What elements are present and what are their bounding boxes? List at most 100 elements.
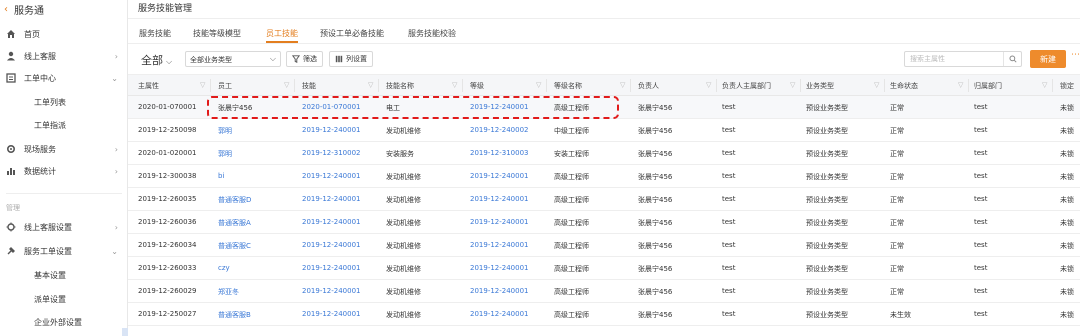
column-header[interactable]: 负责人主属部门 (722, 81, 771, 91)
column-separator[interactable] (716, 79, 717, 92)
table-cell[interactable]: 2019-12-240001 (302, 172, 361, 180)
table-cell[interactable]: 2019-12-240001 (302, 287, 361, 295)
table-cell[interactable]: 2020-01-070001 (302, 103, 361, 111)
column-separator[interactable] (210, 79, 211, 92)
table-cell[interactable]: 2019-12-240001 (302, 218, 361, 226)
table-cell[interactable]: 郭明 (218, 126, 232, 136)
column-header[interactable]: 等级 (470, 81, 484, 91)
tab-employee-skills[interactable]: 员工技能 (266, 28, 298, 39)
sidebar-item-ticket-center[interactable]: 工单中心 ⌄ (0, 67, 128, 89)
table-cell[interactable]: bi (218, 172, 224, 180)
new-button[interactable]: 新建 (1030, 50, 1066, 68)
table-cell[interactable]: 郑亚冬 (218, 287, 239, 297)
table-row[interactable]: 2019-12-260034 普通客服C 2019-12-240001 发动机维修 20… (128, 234, 1080, 257)
column-header[interactable]: 负责人 (638, 81, 659, 91)
table-cell[interactable]: 普通客服B (218, 310, 251, 320)
column-filter-icon[interactable]: ▽ (368, 81, 373, 89)
table-cell[interactable]: 普通客服C (218, 241, 251, 251)
sidebar-subitem-external-settings[interactable]: 企业外部设置 (34, 317, 82, 328)
column-separator[interactable] (1052, 79, 1053, 92)
table-cell[interactable]: 张晨宁456 (218, 103, 252, 113)
sidebar-subitem-dispatch-settings[interactable]: 派单设置 (34, 294, 66, 305)
table-row[interactable]: 2019-12-250027 普通客服B 2019-12-240001 发动机维修 20… (128, 303, 1080, 326)
table-row[interactable]: 2019-12-300038 bi 2019-12-240001 发动机维修 2019-… (128, 165, 1080, 188)
column-separator[interactable] (884, 79, 885, 92)
column-settings-button[interactable]: 列设置 (329, 51, 373, 67)
table-cell[interactable]: 2019-12-240001 (470, 264, 529, 272)
table-row[interactable]: 2020-01-020001 郭明 2019-12-310002 安装服务 2019-1… (128, 142, 1080, 165)
table-cell[interactable]: 2019-12-240001 (470, 195, 529, 203)
table-cell[interactable]: 2019-12-240001 (470, 218, 529, 226)
sidebar-item-online-settings[interactable]: 线上客服设置 › (0, 216, 128, 238)
table-cell[interactable]: 2019-12-240001 (470, 287, 529, 295)
column-separator[interactable] (294, 79, 295, 92)
table-cell[interactable]: 2019-12-240001 (302, 264, 361, 272)
table-cell[interactable]: 2019-12-240002 (470, 126, 529, 134)
tab-service-skills[interactable]: 服务技能 (139, 28, 171, 39)
table-cell[interactable]: czy (218, 264, 230, 272)
search-input[interactable] (905, 52, 1003, 66)
column-filter-icon[interactable]: ▽ (536, 81, 541, 89)
sidebar-subitem-basic-settings[interactable]: 基本设置 (34, 270, 66, 281)
column-filter-icon[interactable]: ▽ (284, 81, 289, 89)
table-row[interactable]: 2019-12-250098 郭明 2019-12-240001 发动机维修 2019-… (128, 119, 1080, 142)
table-cell[interactable]: 2019-12-240001 (302, 126, 361, 134)
table-cell[interactable]: 2019-12-240001 (302, 241, 361, 249)
table-row[interactable]: 2019-12-260033 czy 2019-12-240001 发动机维修 2019… (128, 257, 1080, 280)
table-cell[interactable]: 2019-12-240001 (470, 310, 529, 318)
sidebar-subitem-ticket-assign[interactable]: 工单指派 (34, 120, 66, 131)
table-row[interactable]: 2019-12-260035 普通客服D 2019-12-240001 发动机维修 20… (128, 188, 1080, 211)
table-cell[interactable]: 2019-12-240001 (470, 103, 529, 111)
column-header[interactable]: 员工 (218, 81, 232, 91)
column-filter-icon[interactable]: ▽ (452, 81, 457, 89)
column-header[interactable]: 技能名称 (386, 81, 414, 91)
scope-filter-dropdown[interactable]: 全部 ⌵ (141, 52, 172, 68)
column-header[interactable]: 主属性 (138, 81, 159, 91)
tab-preset-required-skills[interactable]: 预设工单必备技能 (320, 28, 384, 39)
column-separator[interactable] (800, 79, 801, 92)
table-cell[interactable]: 郭明 (218, 149, 232, 159)
tab-skill-level-model[interactable]: 技能等级模型 (193, 28, 241, 39)
column-filter-icon[interactable]: ▽ (874, 81, 879, 89)
column-separator[interactable] (630, 79, 631, 92)
column-header[interactable]: 业务类型 (806, 81, 834, 91)
table-cell[interactable]: 2019-12-240001 (302, 195, 361, 203)
table-cell[interactable]: 普通客服A (218, 218, 251, 228)
column-filter-icon[interactable]: ▽ (706, 81, 711, 89)
table-cell[interactable]: 2019-12-240001 (470, 172, 529, 180)
tab-skill-check[interactable]: 服务技能校验 (408, 28, 456, 39)
column-filter-icon[interactable]: ▽ (790, 81, 795, 89)
column-filter-icon[interactable]: ▽ (620, 81, 625, 89)
table-cell[interactable]: 普通客服D (218, 195, 251, 205)
table-row[interactable]: 2020-01-070001 张晨宁456 2020-01-070001 电工 2019… (128, 96, 1080, 119)
table-row[interactable]: 2019-12-260029 郑亚冬 2019-12-240001 发动机维修 2019… (128, 280, 1080, 303)
column-filter-icon[interactable]: ▽ (958, 81, 963, 89)
column-header[interactable]: 锁定 (1060, 81, 1074, 91)
sidebar-subitem-ticket-list[interactable]: 工单列表 (34, 97, 66, 108)
business-type-select[interactable]: 全部业务类型 ⌵ (185, 51, 281, 67)
sidebar-item-online-service[interactable]: 线上客服 › (0, 45, 128, 67)
column-filter-icon[interactable]: ▽ (200, 81, 205, 89)
more-options-icon[interactable]: ⋯ (1071, 50, 1080, 60)
filter-button[interactable]: 筛选 (286, 51, 323, 67)
column-separator[interactable] (462, 79, 463, 92)
table-cell[interactable]: 2019-12-310002 (302, 149, 361, 157)
table-cell[interactable]: 2019-12-310003 (470, 149, 529, 157)
column-separator[interactable] (378, 79, 379, 92)
table-cell[interactable]: 2019-12-240001 (302, 310, 361, 318)
column-separator[interactable] (546, 79, 547, 92)
column-header[interactable]: 生命状态 (890, 81, 918, 91)
sidebar-item-home[interactable]: 首页 (0, 23, 128, 45)
sidebar-item-field-service[interactable]: 现场服务 › (0, 138, 128, 160)
sidebar-item-statistics[interactable]: 数据统计 › (0, 160, 128, 182)
table-row[interactable]: 2019-12-260036 普通客服A 2019-12-240001 发动机维修 20… (128, 211, 1080, 234)
column-separator[interactable] (968, 79, 969, 92)
column-header[interactable]: 技能 (302, 81, 316, 91)
column-filter-icon[interactable]: ▽ (1042, 81, 1047, 89)
back-arrow-icon[interactable]: ‹ (4, 4, 8, 15)
search-icon[interactable] (1003, 52, 1021, 66)
column-header[interactable]: 等级名称 (554, 81, 582, 91)
column-header[interactable]: 归属部门 (974, 81, 1002, 91)
sidebar-item-ticket-settings[interactable]: 服务工单设置 ⌄ (0, 240, 128, 262)
table-cell[interactable]: 2019-12-240001 (470, 241, 529, 249)
